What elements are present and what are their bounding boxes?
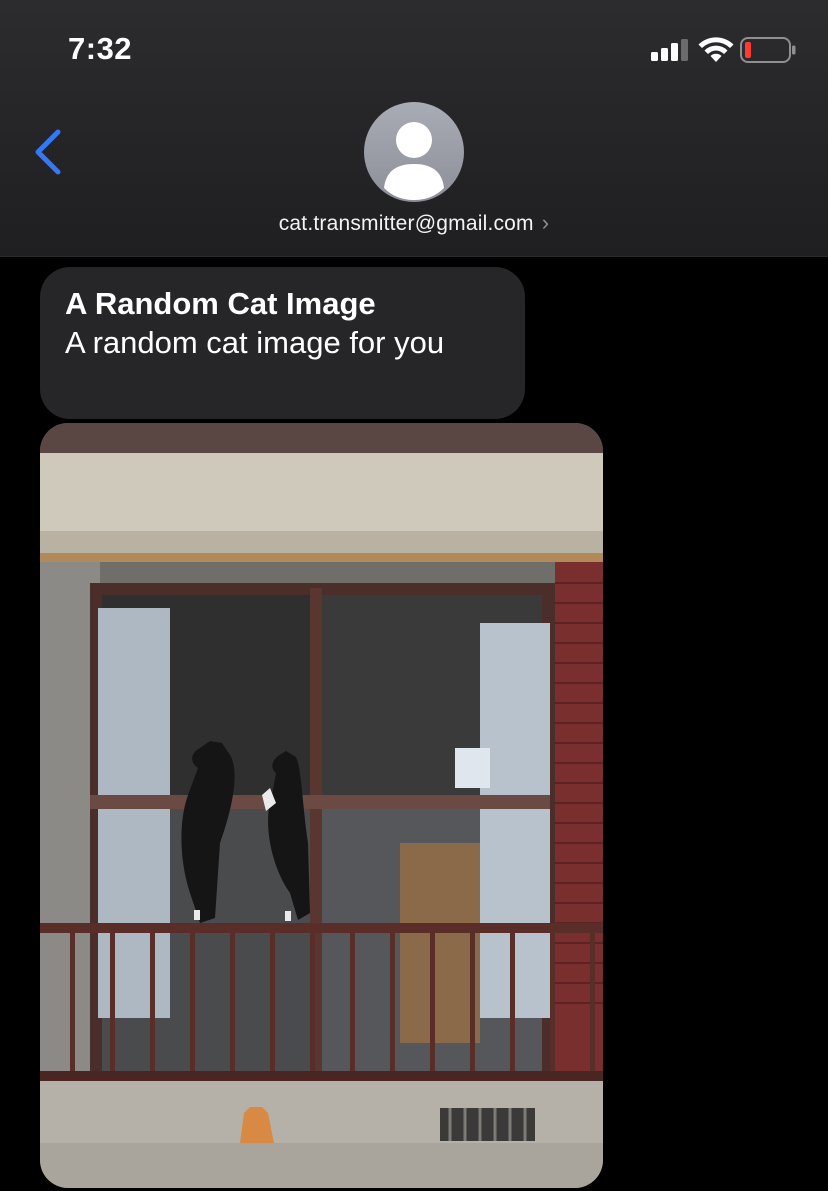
contact-name-button[interactable]: cat.transmitter@gmail.com › — [0, 210, 828, 236]
wifi-icon — [698, 37, 734, 62]
message-title: A Random Cat Image — [65, 286, 376, 321]
message-body: A random cat image for you — [65, 325, 445, 360]
cat-photo-image — [40, 423, 603, 1188]
battery-low-icon — [740, 37, 796, 63]
person-silhouette-icon — [384, 122, 444, 200]
cat-photo-attachment[interactable] — [40, 423, 603, 1188]
conversation-header: 7:32 cat.transmitter@gmail.com › — [0, 0, 828, 257]
back-button[interactable] — [28, 126, 68, 178]
message-bubble[interactable]: A Random Cat Image A random cat image fo… — [40, 267, 525, 419]
contact-address: cat.transmitter@gmail.com — [278, 212, 534, 235]
chevron-right-icon: › — [541, 210, 550, 235]
cellular-signal-icon — [651, 39, 688, 61]
status-time: 7:32 — [68, 31, 133, 66]
contact-avatar[interactable] — [364, 102, 464, 202]
